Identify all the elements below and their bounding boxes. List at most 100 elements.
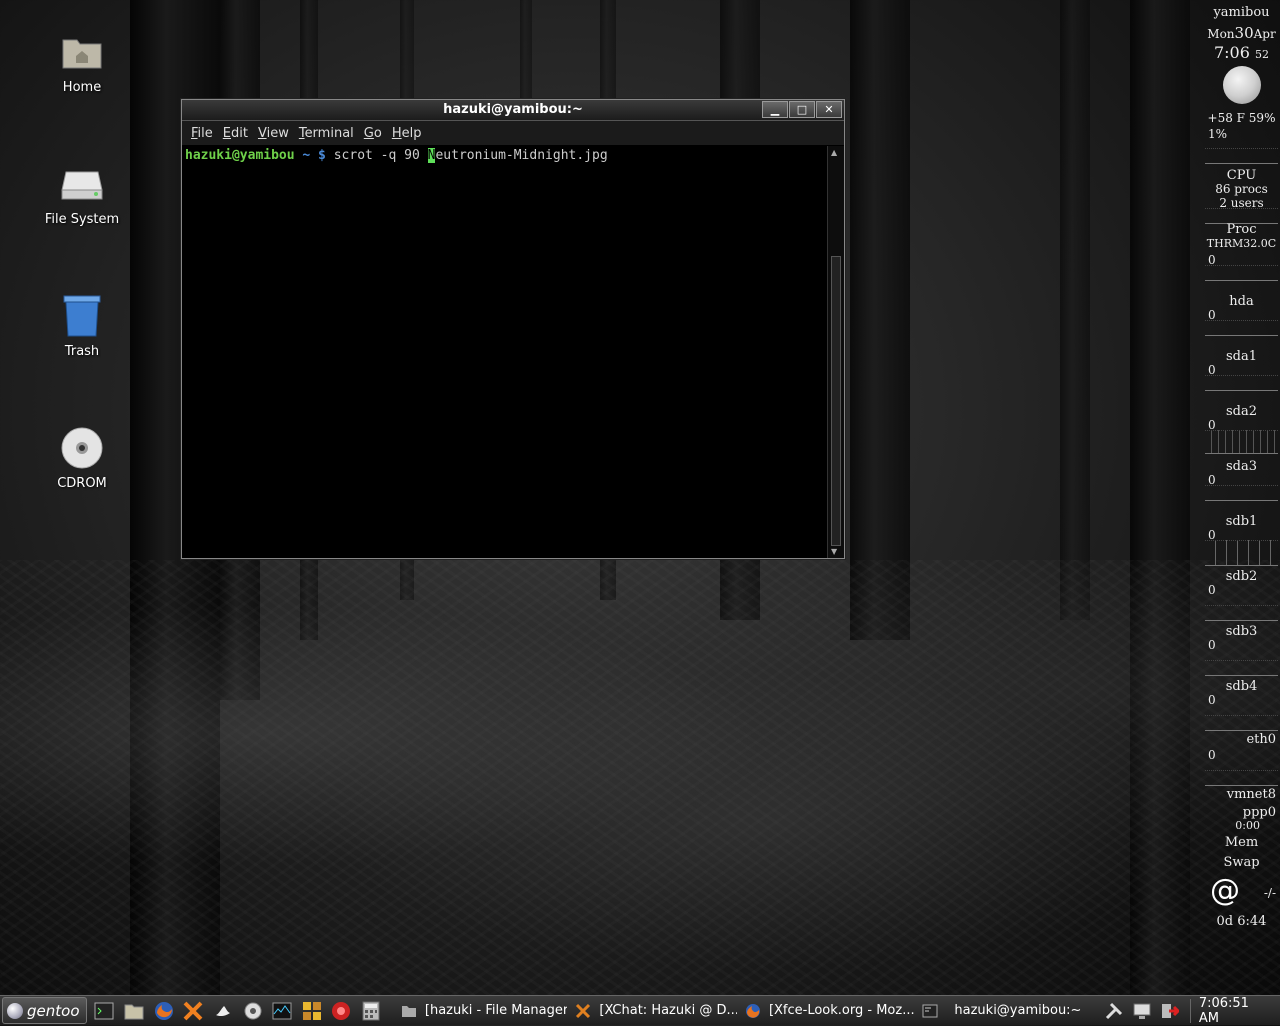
uptime: 0d 6:44 xyxy=(1216,914,1267,929)
desktop-icon-label: Trash xyxy=(64,344,100,359)
file-manager-icon[interactable] xyxy=(122,1000,146,1022)
menu-go[interactable]: Go xyxy=(359,126,387,141)
disk-label: sdb2 xyxy=(1225,569,1258,584)
disk-label: sda1 xyxy=(1225,349,1257,364)
close-button[interactable]: ✕ xyxy=(816,101,842,118)
disk-value: 0 xyxy=(1208,638,1216,652)
prompt-user: hazuki@yamibou xyxy=(185,148,295,163)
calculator-icon[interactable] xyxy=(359,1000,383,1022)
cdrom-icon xyxy=(60,426,104,470)
thermal-reading: THRM32.0C xyxy=(1206,237,1277,250)
start-label: gentoo xyxy=(27,1001,80,1020)
network-icon[interactable] xyxy=(1131,1001,1153,1021)
disk-label: sdb1 xyxy=(1225,514,1258,529)
disk-label: sdb4 xyxy=(1225,679,1258,694)
window-titlebar[interactable]: hazuki@yamibou:~ ▁ □ ✕ xyxy=(182,100,844,121)
eth-graph xyxy=(1205,770,1278,786)
scroll-up-arrow-icon[interactable]: ▲ xyxy=(831,148,837,157)
logout-icon[interactable] xyxy=(1159,1001,1181,1021)
disk-value: 0 xyxy=(1208,583,1216,597)
start-menu-button[interactable]: gentoo xyxy=(2,997,87,1024)
disk-graph xyxy=(1205,320,1278,336)
system-monitor-icon[interactable] xyxy=(270,1000,294,1022)
scrollbar-thumb[interactable] xyxy=(831,256,841,546)
taskbar: gentoo [hazuki - File Manager] [XChat: H… xyxy=(0,995,1280,1026)
command-text-rest: eutronium-Midnight.jpg xyxy=(435,148,608,163)
desktop-icon-filesystem[interactable]: File System xyxy=(27,162,137,227)
swap-label: Swap xyxy=(1223,855,1260,870)
pidgin-icon[interactable] xyxy=(211,1000,235,1022)
task-xchat[interactable]: [XChat: Hazuki @ D... xyxy=(571,999,737,1023)
dialog-icon[interactable] xyxy=(330,1000,354,1022)
disk-label: hda xyxy=(1229,294,1254,309)
disk-graph xyxy=(1205,540,1278,566)
system-monitor-panel: yamibou Mon30Apr 7:06 52 +58 F 59% 1% CP… xyxy=(1203,0,1280,995)
menu-view[interactable]: View xyxy=(253,126,294,141)
mail-icon: @ xyxy=(1210,873,1240,908)
taskbar-clock[interactable]: 7:06:51 AM xyxy=(1189,996,1280,1026)
gentoo-logo-icon xyxy=(7,1002,23,1019)
task-label: hazuki@yamibou:~ xyxy=(954,1003,1082,1018)
disk-graph xyxy=(1205,375,1278,391)
desktop-icon-trash[interactable]: Trash xyxy=(27,294,137,359)
trash-icon xyxy=(60,294,104,338)
menu-terminal[interactable]: Terminal xyxy=(294,126,359,141)
games-icon[interactable] xyxy=(300,1000,324,1022)
disk-graph xyxy=(1205,660,1278,676)
net-value: 0 xyxy=(1208,693,1216,707)
terminal-output[interactable]: hazuki@yamibou ~ $ scrot -q 90 Neutroniu… xyxy=(182,146,828,558)
ppp-time: 0:00 xyxy=(1235,819,1260,832)
cpu-label: CPU xyxy=(1226,168,1257,183)
disk-graph xyxy=(1205,430,1278,454)
xchat-icon[interactable] xyxy=(181,1000,205,1022)
hostname: yamibou xyxy=(1213,5,1270,20)
vmnet-label: vmnet8 xyxy=(1226,787,1276,802)
firefox-icon[interactable] xyxy=(152,1000,176,1022)
disk-label: sda2 xyxy=(1225,404,1257,419)
task-label: [hazuki - File Manager] xyxy=(424,1003,568,1018)
date: Mon30Apr xyxy=(1207,24,1276,42)
terminal-icon[interactable] xyxy=(93,1000,117,1022)
drive-icon xyxy=(60,162,104,206)
task-firefox[interactable]: [Xfce-Look.org - Moz... xyxy=(741,999,914,1023)
mail-count: -/- xyxy=(1263,886,1276,900)
disk-graph xyxy=(1205,605,1278,621)
desktop-icon-label: CDROM xyxy=(57,476,107,491)
terminal-icon xyxy=(922,1004,938,1017)
proc-label: Proc xyxy=(1226,222,1257,237)
mem-label: Mem xyxy=(1224,835,1259,850)
home-folder-icon xyxy=(60,30,104,74)
system-tray xyxy=(1100,1001,1184,1021)
disk-label: sdb3 xyxy=(1225,624,1258,639)
task-file-manager[interactable]: [hazuki - File Manager] xyxy=(397,999,567,1023)
weather: +58 F 59% xyxy=(1207,111,1276,125)
scroll-down-arrow-icon[interactable]: ▼ xyxy=(831,547,837,556)
moon-phase-icon xyxy=(1223,66,1261,104)
task-label: [Xfce-Look.org - Moz... xyxy=(768,1003,915,1018)
desktop-icon-cdrom[interactable]: CDROM xyxy=(27,426,137,491)
folder-icon xyxy=(401,1005,416,1017)
tools-icon[interactable] xyxy=(1103,1001,1125,1021)
xchat-icon xyxy=(576,1003,591,1018)
menu-bar: File Edit View Terminal Go Help xyxy=(182,121,844,145)
disk-label: sda3 xyxy=(1225,459,1257,474)
task-terminal[interactable]: hazuki@yamibou:~ xyxy=(918,999,1091,1023)
minimize-button[interactable]: ▁ xyxy=(762,101,788,118)
terminal-window[interactable]: hazuki@yamibou:~ ▁ □ ✕ File Edit View Te… xyxy=(181,99,845,559)
menu-file[interactable]: File xyxy=(186,126,218,141)
prompt-path: ~ $ xyxy=(302,148,326,163)
cpu-graph xyxy=(1205,148,1278,164)
menu-help[interactable]: Help xyxy=(387,126,427,141)
desktop-icon-label: File System xyxy=(44,212,120,227)
maximize-button[interactable]: □ xyxy=(789,101,815,118)
media-icon[interactable] xyxy=(241,1000,265,1022)
desktop-icon-home[interactable]: Home xyxy=(27,30,137,95)
terminal-scrollbar[interactable]: ▲ ▼ xyxy=(827,146,844,558)
command-text: scrot -q 90 xyxy=(333,148,428,163)
desktop-icon-label: Home xyxy=(62,80,102,95)
menu-edit[interactable]: Edit xyxy=(218,126,253,141)
net-graph xyxy=(1205,715,1278,731)
time: 7:06 52 xyxy=(1213,43,1270,62)
ppp-label: ppp0 xyxy=(1242,805,1276,820)
eth-value: 0 xyxy=(1208,748,1216,762)
